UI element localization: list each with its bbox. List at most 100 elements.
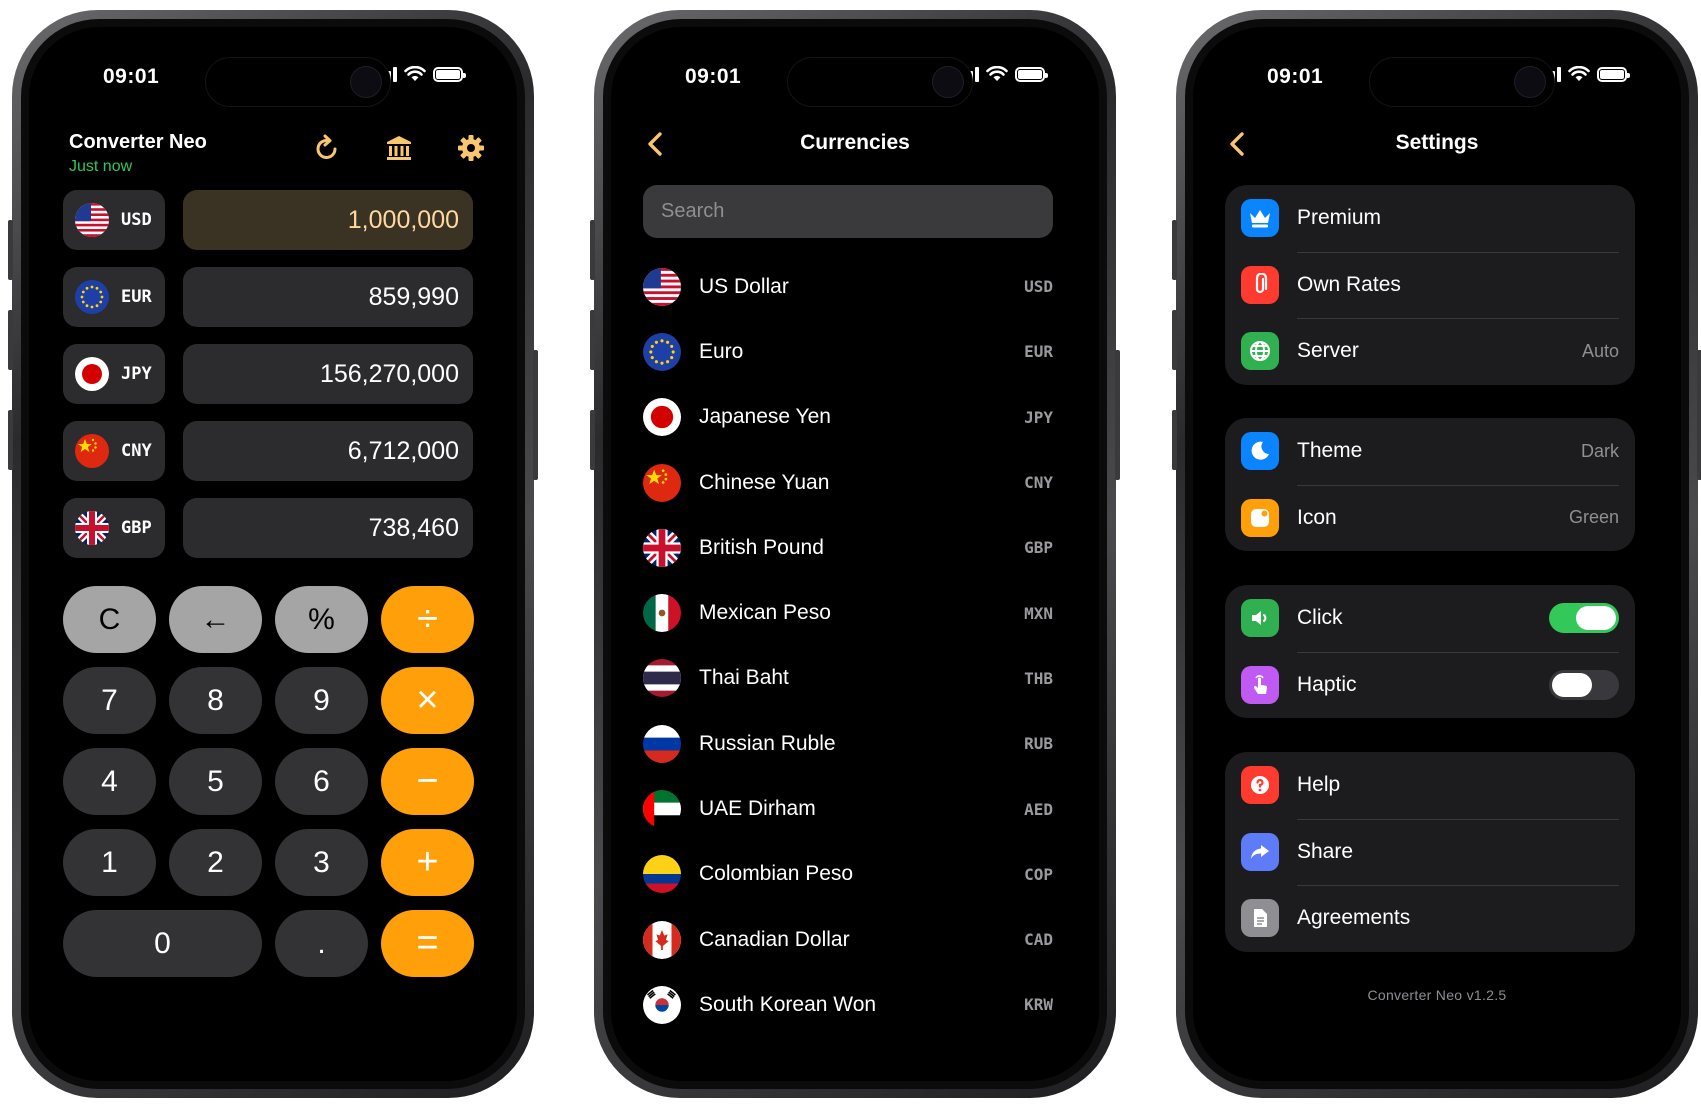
help-row[interactable]: Help — [1225, 752, 1635, 819]
icon-value: Green — [1568, 507, 1619, 528]
server-value: Auto — [1581, 340, 1619, 361]
digit-3-button[interactable]: 3 — [275, 829, 368, 896]
settings-group-feedback: Click Haptic — [1225, 585, 1635, 718]
server-label: Server — [1297, 339, 1359, 363]
currency-name: Chinese Yuan — [699, 470, 830, 494]
conversion-row: USD 1,000,000 — [63, 190, 473, 250]
currency-code: RUB — [1024, 734, 1053, 754]
conversion-list: USD 1,000,000 EUR 859,990 JPY 156,270,00… — [63, 190, 473, 575]
cn-flag-icon — [75, 434, 109, 468]
list-item[interactable]: UAE Dirham AED — [643, 776, 1053, 841]
amount-field[interactable]: 1,000,000 — [183, 190, 473, 250]
us-flag-icon — [643, 267, 681, 306]
mx-flag-icon — [643, 594, 681, 633]
agreements-row[interactable]: Agreements — [1225, 885, 1635, 952]
list-item[interactable]: Chinese Yuan CNY — [643, 450, 1053, 515]
currency-selector[interactable]: USD — [63, 190, 165, 250]
jp-flag-icon — [643, 398, 681, 437]
currency-name: Japanese Yen — [699, 405, 831, 429]
currency-code: CNY — [1024, 473, 1053, 493]
conversion-row: JPY 156,270,000 — [63, 344, 473, 404]
premium-row[interactable]: Premium — [1225, 185, 1635, 252]
haptic-toggle[interactable] — [1549, 669, 1619, 700]
digit-5-button[interactable]: 5 — [169, 748, 262, 815]
digit-8-button[interactable]: 8 — [169, 667, 262, 734]
currency-name: Thai Baht — [699, 666, 789, 690]
digit-6-button[interactable]: 6 — [275, 748, 368, 815]
click-toggle[interactable] — [1549, 603, 1619, 634]
currency-code: KRW — [1024, 995, 1053, 1015]
currency-selector[interactable]: JPY — [63, 344, 165, 404]
list-item[interactable]: US Dollar USD — [643, 254, 1053, 319]
multiply-button[interactable]: × — [381, 667, 474, 734]
haptic-row: Haptic — [1225, 651, 1635, 719]
document-icon — [1241, 899, 1279, 938]
list-item[interactable]: Thai Baht THB — [643, 646, 1053, 711]
currency-selector[interactable]: EUR — [63, 267, 165, 327]
currency-name: US Dollar — [699, 274, 789, 298]
wifi-icon — [1568, 66, 1590, 81]
clear-button[interactable]: C — [63, 586, 156, 653]
list-item[interactable]: South Korean Won KRW — [643, 972, 1053, 1037]
battery-icon — [1015, 66, 1048, 82]
bank-icon[interactable] — [383, 132, 415, 164]
refresh-icon[interactable] — [311, 132, 343, 164]
app-title: Converter Neo — [69, 131, 207, 153]
amount-field[interactable]: 6,712,000 — [183, 421, 473, 481]
digit-9-button[interactable]: 9 — [275, 667, 368, 734]
converter-screen: 09:01 Converter Neo Just now USD 1,000,0… — [29, 27, 517, 1081]
list-item[interactable]: Mexican Peso MXN — [643, 580, 1053, 645]
amount-field[interactable]: 738,460 — [183, 498, 473, 558]
currency-name: British Pound — [699, 535, 824, 559]
agreements-label: Agreements — [1297, 906, 1411, 930]
currency-selector[interactable]: GBP — [63, 498, 165, 558]
currency-code: USD — [121, 210, 152, 230]
icon-row[interactable]: Icon Green — [1225, 484, 1635, 552]
backspace-button[interactable]: ← — [169, 586, 262, 653]
theme-label: Theme — [1297, 439, 1363, 463]
app-icon-icon — [1241, 498, 1279, 537]
cn-flag-icon — [643, 463, 681, 502]
currency-selector[interactable]: CNY — [63, 421, 165, 481]
own-rates-row[interactable]: Own Rates — [1225, 251, 1635, 319]
eu-flag-icon — [643, 332, 681, 371]
digit-2-button[interactable]: 2 — [169, 829, 262, 896]
status-time: 09:01 — [685, 65, 742, 88]
plus-button[interactable]: + — [381, 829, 474, 896]
currency-name: Mexican Peso — [699, 601, 831, 625]
digit-0-button[interactable]: 0 — [63, 910, 262, 977]
list-item[interactable]: Russian Ruble RUB — [643, 711, 1053, 776]
list-item[interactable]: Canadian Dollar CAD — [643, 907, 1053, 972]
percent-button[interactable]: % — [275, 586, 368, 653]
currency-code: THB — [1024, 668, 1053, 688]
currency-code: EUR — [121, 287, 152, 307]
share-row[interactable]: Share — [1225, 818, 1635, 886]
list-item[interactable]: British Pound GBP — [643, 515, 1053, 580]
theme-row[interactable]: Theme Dark — [1225, 418, 1635, 485]
wifi-icon — [404, 66, 426, 81]
list-item[interactable]: Colombian Peso COP — [643, 842, 1053, 907]
question-icon — [1241, 766, 1279, 805]
amount-field[interactable]: 156,270,000 — [183, 344, 473, 404]
gear-icon[interactable] — [455, 132, 487, 164]
search-input[interactable] — [643, 185, 1053, 238]
settings-group-account: Premium Own Rates Server Auto — [1225, 185, 1635, 385]
list-item[interactable]: Euro EUR — [643, 319, 1053, 384]
globe-icon — [1241, 332, 1279, 371]
minus-button[interactable]: − — [381, 748, 474, 815]
jp-flag-icon — [75, 357, 109, 391]
digit-7-button[interactable]: 7 — [63, 667, 156, 734]
amount-field[interactable]: 859,990 — [183, 267, 473, 327]
decimal-button[interactable]: . — [275, 910, 368, 977]
digit-4-button[interactable]: 4 — [63, 748, 156, 815]
server-row[interactable]: Server Auto — [1225, 318, 1635, 385]
haptic-label: Haptic — [1297, 672, 1357, 696]
digit-1-button[interactable]: 1 — [63, 829, 156, 896]
divide-button[interactable]: ÷ — [381, 586, 474, 653]
currencies-screen: 09:01 Currencies US Dollar USD Euro EUR — [611, 27, 1099, 1081]
dynamic-island — [205, 57, 391, 107]
eu-flag-icon — [75, 280, 109, 314]
click-label: Click — [1297, 606, 1343, 630]
equals-button[interactable]: = — [381, 910, 474, 977]
list-item[interactable]: Japanese Yen JPY — [643, 385, 1053, 450]
